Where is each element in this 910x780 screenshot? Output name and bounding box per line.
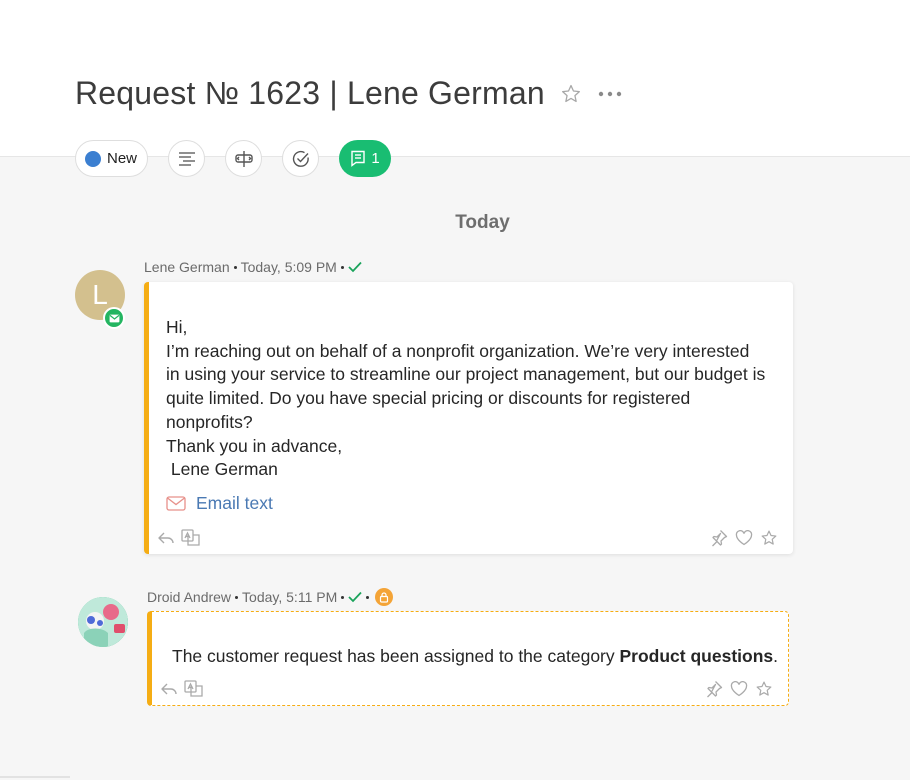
request-toolbar: New 1	[75, 140, 392, 177]
system-message-meta: Droid Andrew Today, 5:11 PM	[147, 588, 394, 606]
message-body: Hi, I’m reaching out on behalf of a nonp…	[166, 316, 765, 482]
message-actions-right	[708, 527, 783, 549]
separator-dot	[233, 265, 237, 269]
envelope-icon	[166, 496, 186, 511]
message-line: in using your service to streamline our …	[166, 364, 766, 385]
status-label: New	[107, 150, 138, 167]
resolve-button[interactable]	[282, 140, 320, 177]
email-channel-icon	[103, 307, 125, 329]
scroll-indicator	[0, 776, 70, 778]
request-header: Request № 1623 | Lene German New 1	[0, 0, 910, 177]
email-link-label[interactable]: Email text	[196, 493, 273, 514]
message-line: I’m reaching out on behalf of a nonprofi…	[166, 340, 750, 361]
system-note-text: The customer request has been assigned t…	[172, 646, 778, 667]
author-name[interactable]: Lene German	[144, 259, 230, 275]
pin-icon[interactable]	[708, 527, 730, 549]
message-actions-left	[158, 678, 208, 700]
message-time: Today, 5:09 PM	[240, 259, 337, 275]
message-line: Thank you in advance,	[166, 435, 343, 456]
details-icon	[178, 151, 195, 166]
page-title: Request № 1623 | Lene German	[75, 75, 545, 111]
message-time: Today, 5:11 PM	[242, 589, 338, 605]
comments-count: 1	[371, 150, 380, 167]
message-line: quite limited. Do you have special prici…	[166, 388, 691, 409]
translate-icon[interactable]	[183, 678, 205, 700]
pin-icon[interactable]	[703, 678, 725, 700]
heart-icon[interactable]	[733, 527, 755, 549]
email-text-link[interactable]: Email text	[166, 493, 273, 514]
message-line: Lene German	[166, 459, 278, 480]
details-button[interactable]	[168, 140, 206, 177]
more-options-icon[interactable]	[597, 82, 623, 106]
separator-dot	[341, 595, 345, 599]
separator-dot	[340, 265, 344, 269]
split-button[interactable]	[225, 140, 263, 177]
star-icon[interactable]	[758, 527, 780, 549]
avatar-letter: L	[92, 279, 108, 310]
separator-dot	[235, 595, 239, 599]
status-button[interactable]: New	[75, 140, 149, 177]
status-dot-icon	[85, 150, 101, 167]
message-actions-left	[155, 527, 205, 549]
star-icon[interactable]	[753, 678, 775, 700]
note-prefix: The customer request has been assigned t…	[172, 646, 620, 666]
note-suffix: .	[773, 646, 778, 666]
separator-dot	[366, 595, 370, 599]
delivered-check-icon	[348, 591, 362, 603]
robot-icon	[78, 597, 128, 647]
translate-icon[interactable]	[180, 527, 202, 549]
favorite-star-icon[interactable]	[559, 82, 583, 106]
comments-button[interactable]: 1	[339, 140, 392, 177]
message-line: nonprofits?	[166, 411, 253, 432]
reply-icon[interactable]	[158, 678, 180, 700]
message-line: Hi,	[166, 317, 188, 337]
delivered-check-icon	[348, 261, 362, 273]
customer-message-card: Hi, I’m reaching out on behalf of a nonp…	[144, 282, 793, 554]
comment-icon	[351, 150, 366, 167]
message-meta: Lene German Today, 5:09 PM	[144, 259, 362, 275]
check-circle-icon	[292, 150, 309, 167]
bot-avatar[interactable]	[78, 597, 128, 647]
title-row: Request № 1623 | Lene German	[75, 75, 623, 112]
reply-icon[interactable]	[155, 527, 177, 549]
category-name: Product questions	[619, 646, 774, 666]
system-note-card: The customer request has been assigned t…	[147, 611, 789, 706]
message-actions-right	[703, 678, 778, 700]
day-separator: Today	[455, 212, 510, 233]
private-lock-icon	[375, 588, 394, 606]
split-icon	[234, 150, 253, 167]
author-name[interactable]: Droid Andrew	[147, 589, 231, 605]
heart-icon[interactable]	[728, 678, 750, 700]
